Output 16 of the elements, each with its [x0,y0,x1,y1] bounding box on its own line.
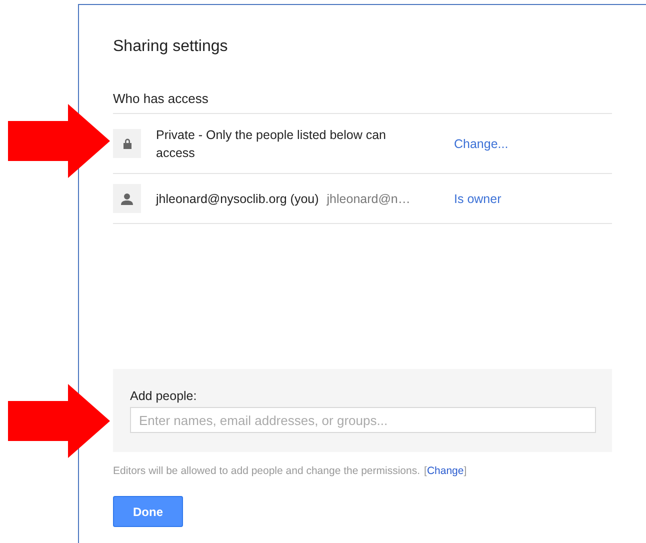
access-name: jhleonard@nysoclib.org (you) [156,192,319,206]
change-link[interactable]: Change [426,465,464,477]
bracket-text: ] [464,465,467,477]
add-people-field[interactable]: Enter names, email addresses, or groups... [130,407,596,433]
done-button[interactable]: Done [113,496,183,527]
person-icon [121,192,133,204]
permission-label: Is owner [454,192,502,206]
access-email: jhleonard@n… [326,192,410,206]
add-people-label: Add people: [130,389,198,403]
lock-icon [122,138,132,149]
bracket-text: [ [424,465,427,477]
section-heading: Who has access [113,91,612,114]
change-link[interactable]: Change... [454,136,508,150]
dialog-title: Sharing settings [113,37,229,57]
access-name: Private - Only the people listed below can access [156,126,387,162]
footer-note: Editors will be allowed to add people and change the permissions. [113,465,420,477]
